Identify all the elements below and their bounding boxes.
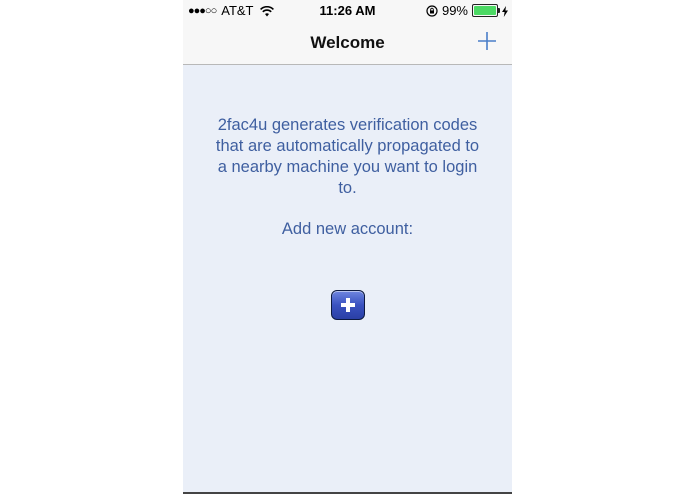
plus-icon (478, 32, 496, 50)
app-description: 2fac4u generates verification codes that… (215, 116, 480, 197)
rotation-lock-icon (426, 4, 438, 17)
battery-icon (472, 4, 500, 17)
phone-screen: ●●●○○ AT&T 11:26 AM 99% Welcome 2fac4u g… (183, 0, 512, 494)
add-account-label: Add new account: (281, 220, 414, 238)
status-bar: ●●●○○ AT&T 11:26 AM 99% (183, 0, 512, 20)
navigation-bar: Welcome (183, 20, 512, 65)
battery-fill (474, 6, 496, 15)
main-content: 2fac4u generates verification codes that… (183, 65, 512, 494)
page-title: Welcome (310, 33, 385, 52)
plus-icon (341, 298, 355, 312)
add-button[interactable] (476, 30, 498, 52)
battery-tip (498, 8, 500, 13)
status-right: 99% (426, 3, 508, 18)
add-account-button[interactable] (331, 290, 365, 320)
battery-percent: 99% (441, 3, 468, 18)
charging-bolt-icon (502, 5, 508, 17)
